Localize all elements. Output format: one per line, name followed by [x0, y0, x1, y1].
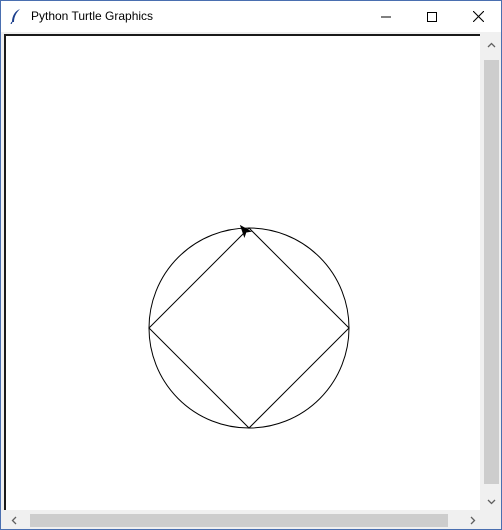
maximize-icon — [427, 11, 437, 22]
minimize-button[interactable] — [363, 1, 409, 32]
drawn-square — [148, 227, 350, 429]
maximize-button[interactable] — [409, 1, 455, 32]
turtle-canvas[interactable] — [4, 34, 480, 510]
chevron-up-icon — [487, 35, 496, 53]
scroll-up-button[interactable] — [482, 34, 501, 53]
minimize-icon — [381, 12, 391, 22]
vertical-scrollbar[interactable] — [482, 34, 501, 510]
scroll-down-button[interactable] — [482, 491, 501, 510]
scroll-right-button[interactable] — [463, 512, 482, 529]
close-button[interactable] — [455, 1, 501, 32]
close-icon — [472, 11, 484, 22]
horizontal-scrollbar[interactable] — [4, 512, 482, 529]
drawn-circle — [148, 227, 350, 429]
drawing-surface — [148, 224, 350, 429]
chevron-left-icon — [11, 512, 17, 530]
chevron-down-icon — [487, 492, 496, 510]
scrollbar-corner — [482, 512, 501, 529]
scroll-left-button[interactable] — [4, 512, 23, 529]
chevron-right-icon — [470, 512, 476, 530]
feather-icon — [9, 8, 23, 25]
turtle-window: Python Turtle Graphics — [0, 0, 502, 530]
window-title: Python Turtle Graphics — [31, 9, 154, 23]
turtle-arrow-icon — [239, 224, 253, 239]
horizontal-scroll-thumb[interactable] — [30, 514, 448, 527]
title-bar[interactable]: Python Turtle Graphics — [1, 1, 501, 32]
vertical-scroll-thumb[interactable] — [484, 60, 499, 484]
client-area — [4, 34, 501, 529]
